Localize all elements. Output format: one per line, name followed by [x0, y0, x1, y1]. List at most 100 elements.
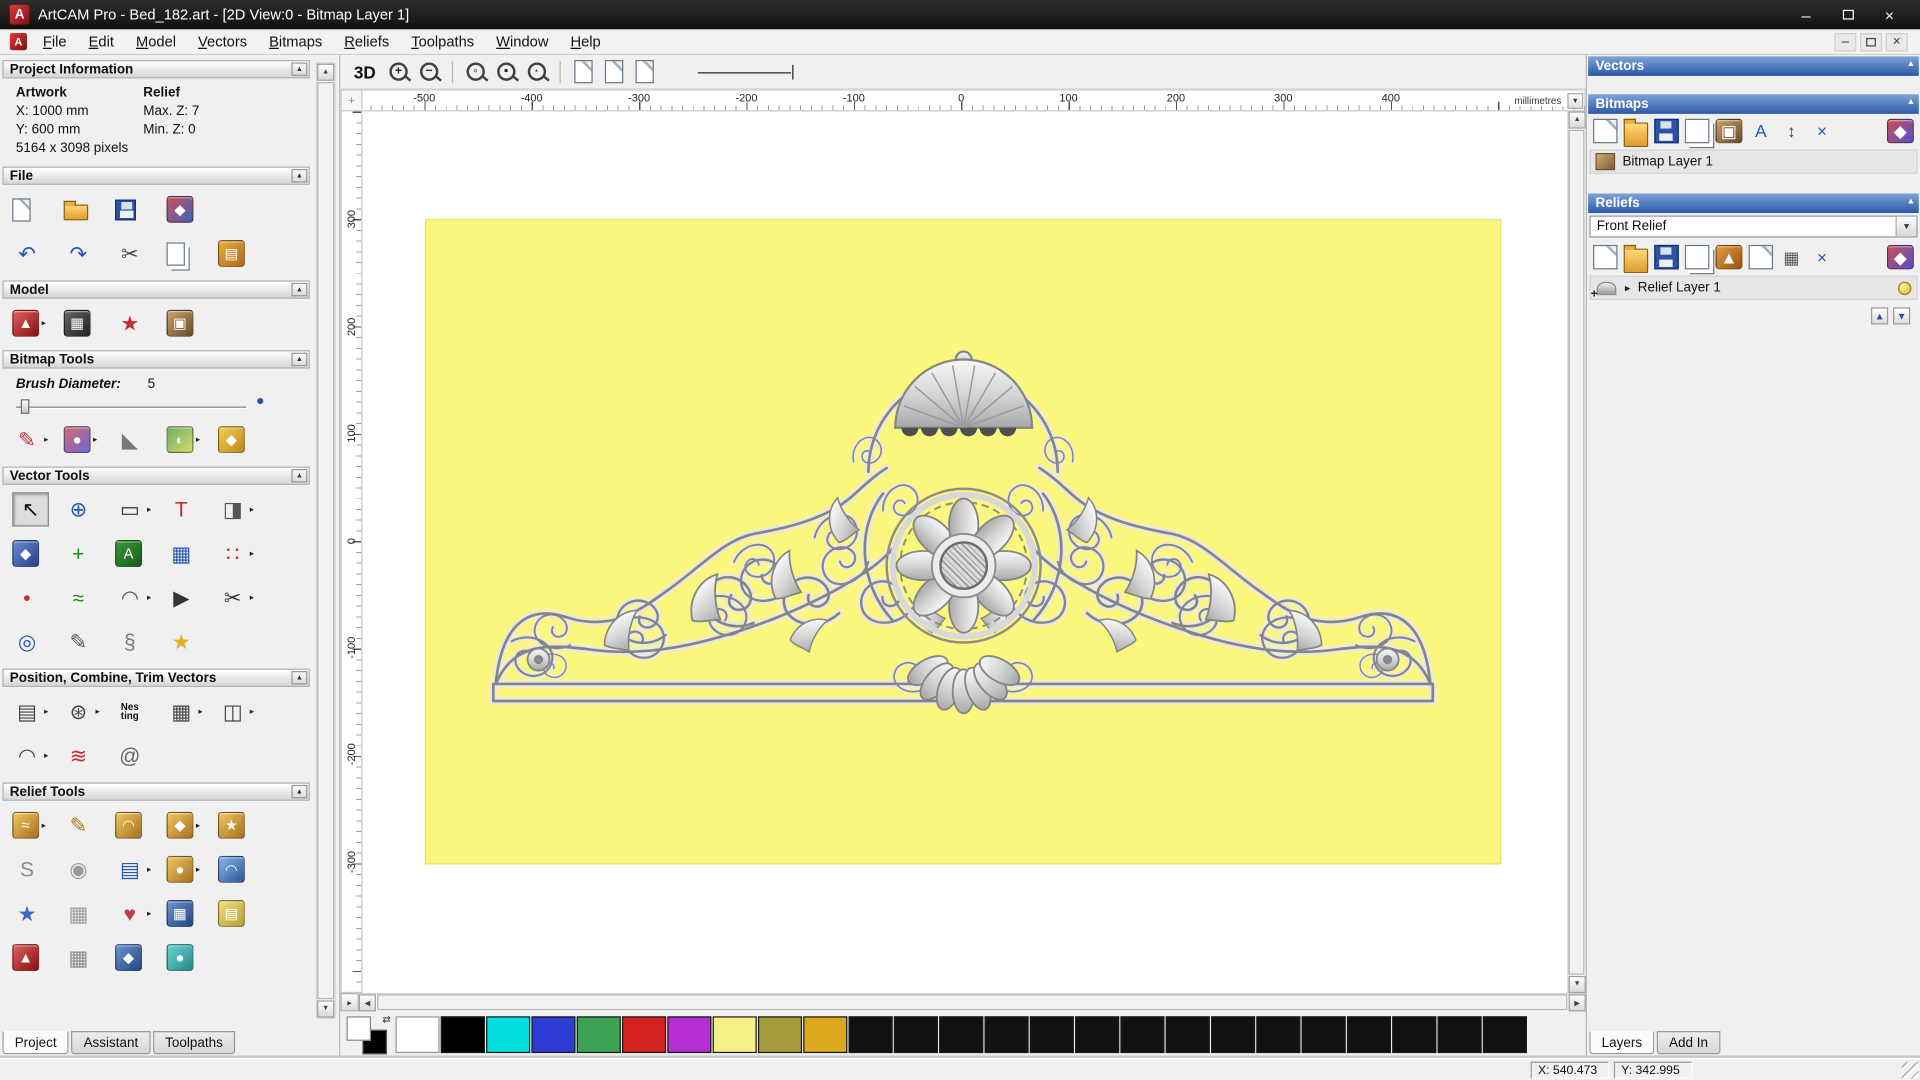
mdi-close-button[interactable]: × [1885, 32, 1908, 51]
palette-swatch-18[interactable] [1211, 1016, 1256, 1054]
palette-swatch-7[interactable] [712, 1016, 757, 1054]
palette-swatch-0[interactable] [395, 1016, 440, 1054]
bitmap-colour-icon[interactable]: ▣ [1714, 118, 1743, 145]
greyscale-model-icon-flyout[interactable]: ▸ [42, 318, 46, 329]
sculpt-relief-icon-flyout[interactable]: ▸ [42, 820, 46, 831]
mirror-vectors-icon[interactable]: ◨ ▸ [218, 491, 269, 528]
smooth-relief-icon[interactable]: S [12, 851, 63, 888]
wrap-text-icon[interactable]: A [115, 535, 166, 572]
colour-picker-icon[interactable]: ◣ [115, 421, 166, 458]
create-polyline-icon[interactable]: + [64, 535, 115, 572]
tab-toolpaths[interactable]: Toolpaths [152, 1031, 236, 1055]
greyscale-model-icon[interactable]: ▲ ▸ [12, 305, 63, 342]
block-rotate-copy-icon-flyout[interactable]: ▸ [96, 707, 100, 717]
duplicate-relief-layer-icon[interactable] [1684, 244, 1711, 271]
texture-star-icon[interactable]: ★ [12, 895, 63, 932]
calculate-relief-icon[interactable]: ▲ [1714, 244, 1743, 271]
palette-swatch-8[interactable] [757, 1016, 803, 1054]
mirror-vectors-icon-flyout[interactable]: ▸ [250, 504, 254, 515]
undo-icon[interactable]: ↶ [12, 235, 63, 272]
create-polyline-arrow-icon[interactable]: ▶ [167, 579, 218, 616]
group-vectors-icon-flyout[interactable]: ▸ [250, 707, 254, 717]
tab-project[interactable]: Project [2, 1031, 69, 1055]
block-rotate-copy-icon[interactable]: ⊛ ▸ [64, 693, 115, 730]
measure-icon[interactable]: § [115, 623, 166, 660]
delete-bitmap-layer-icon[interactable]: × [1809, 118, 1836, 145]
scroll-up-icon[interactable]: ▲ [1568, 111, 1586, 129]
flood-fill-icon[interactable]: ◆ [217, 421, 269, 458]
palette-swatch-4[interactable] [576, 1016, 621, 1054]
open-bitmap-layer-icon[interactable] [1622, 118, 1649, 147]
turn-relief-icon-flyout[interactable]: ▸ [196, 820, 200, 831]
collapse-section-icon[interactable]: ▲ [291, 671, 308, 685]
collapse-section-icon[interactable]: ▲ [291, 352, 308, 367]
join-vectors-icon[interactable]: ◠ ▸ [12, 737, 63, 774]
block-array-copy-icon[interactable]: ▦ ▸ [167, 693, 218, 730]
zoom-out-icon[interactable]: − [415, 58, 443, 85]
scrollbar-thumb[interactable] [377, 994, 1568, 1011]
scroll-left-icon[interactable]: ◀ [358, 994, 376, 1012]
relief-layer-stack-icon-flyout[interactable]: ▸ [147, 864, 151, 875]
palette-swatch-14[interactable] [1029, 1016, 1074, 1054]
create-rectangle-icon-flyout[interactable]: ▸ [147, 504, 151, 515]
palette-swatch-3[interactable] [531, 1016, 576, 1054]
scroll-right-icon[interactable]: ▶ [1568, 994, 1586, 1012]
bitmap-layer-name[interactable]: Bitmap Layer 1 [1622, 154, 1713, 169]
section-header-model[interactable]: Model ▲ [2, 280, 310, 299]
menu-vectors[interactable]: Vectors [187, 29, 258, 53]
slider-handle[interactable] [20, 399, 30, 414]
array-copy-icon-flyout[interactable]: ▸ [250, 549, 254, 559]
move-layer-up-button[interactable]: ▲ [1871, 307, 1889, 325]
palette-swatch-1[interactable] [440, 1016, 485, 1054]
section-header-relief-tools[interactable]: Relief Tools ▲ [2, 782, 310, 801]
collapse-bitmaps-icon[interactable]: ▲ [1907, 98, 1915, 107]
palette-swatch-2[interactable] [486, 1016, 531, 1054]
create-circle-icon[interactable]: ◎ [12, 623, 63, 660]
blue-relief-icon[interactable]: ◆ [115, 939, 166, 976]
primary-secondary-colour[interactable]: ⇄ [344, 1014, 391, 1055]
palette-swatch-19[interactable] [1256, 1016, 1301, 1054]
create-text-icon[interactable]: T [167, 491, 218, 528]
petal-relief-icon[interactable]: ♥ ▸ [115, 895, 166, 932]
page-snap-icon[interactable] [569, 58, 597, 85]
add-clay-icon-flyout[interactable]: ▸ [196, 864, 200, 875]
palette-swatch-21[interactable] [1346, 1016, 1392, 1054]
cut-icon[interactable]: ✂ [115, 235, 166, 272]
grid-relief-icon[interactable]: ▦ [64, 939, 115, 976]
petal-relief-icon-flyout[interactable]: ▸ [147, 909, 151, 919]
section-header-position-combine-trim[interactable]: Position, Combine, Trim Vectors ▲ [2, 668, 310, 687]
freehand-draw-icon[interactable]: ≈ [64, 579, 115, 616]
offset-relief-icon[interactable]: ▤ [217, 895, 269, 932]
scrollbar-thumb[interactable] [317, 82, 335, 1000]
paste-icon[interactable]: ▤ [217, 235, 269, 272]
envelope-distort-icon[interactable]: ≋ [64, 737, 115, 774]
trim-vectors-icon[interactable]: ✂ ▸ [218, 579, 269, 616]
mdi-minimize-button[interactable]: – [1834, 32, 1857, 51]
nesting-icon[interactable]: Nes ting [115, 693, 166, 730]
paint-selective-icon[interactable]: ◐ ▸ [166, 421, 218, 458]
menu-window[interactable]: Window [485, 29, 559, 53]
turn-relief-icon[interactable]: ◆ ▸ [166, 807, 218, 844]
mesh-relief-icon[interactable]: ▦ [64, 895, 115, 932]
create-rectangle-icon[interactable]: ▭ ▸ [115, 491, 166, 528]
picture-model-icon[interactable]: ▣ [166, 305, 218, 342]
move-layer-down-button[interactable]: ▼ [1893, 307, 1911, 325]
section-header-project-information[interactable]: Project Information ▲ [2, 60, 310, 79]
scroll-up-icon[interactable]: ▲ [317, 63, 335, 81]
open-relief-layer-icon[interactable] [1622, 244, 1649, 273]
texture-area-icon[interactable]: ▦ [166, 895, 218, 932]
bitmap-options-icon[interactable]: ◆ [1886, 118, 1915, 145]
vectors-header[interactable]: Vectors ▲ [1588, 56, 1919, 76]
relief-select[interactable]: Front Relief ▼ [1589, 215, 1918, 238]
window-maximize-button[interactable] [1827, 1, 1869, 28]
menu-model[interactable]: Model [125, 29, 187, 53]
extrude-relief-icon[interactable]: ◠ [115, 807, 166, 844]
zoom-previous-icon[interactable]: · [523, 58, 551, 85]
select-vectors-icon[interactable]: ↖ [12, 492, 49, 527]
duplicate-bitmap-layer-icon[interactable] [1684, 118, 1711, 145]
palette-swatch-16[interactable] [1120, 1016, 1165, 1054]
create-arc-icon-flyout[interactable]: ▸ [147, 593, 151, 603]
align-vectors-icon-flyout[interactable]: ▸ [44, 707, 48, 717]
carve-relief-icon[interactable]: ✎ [64, 807, 115, 844]
palette-swatch-9[interactable] [803, 1016, 848, 1054]
